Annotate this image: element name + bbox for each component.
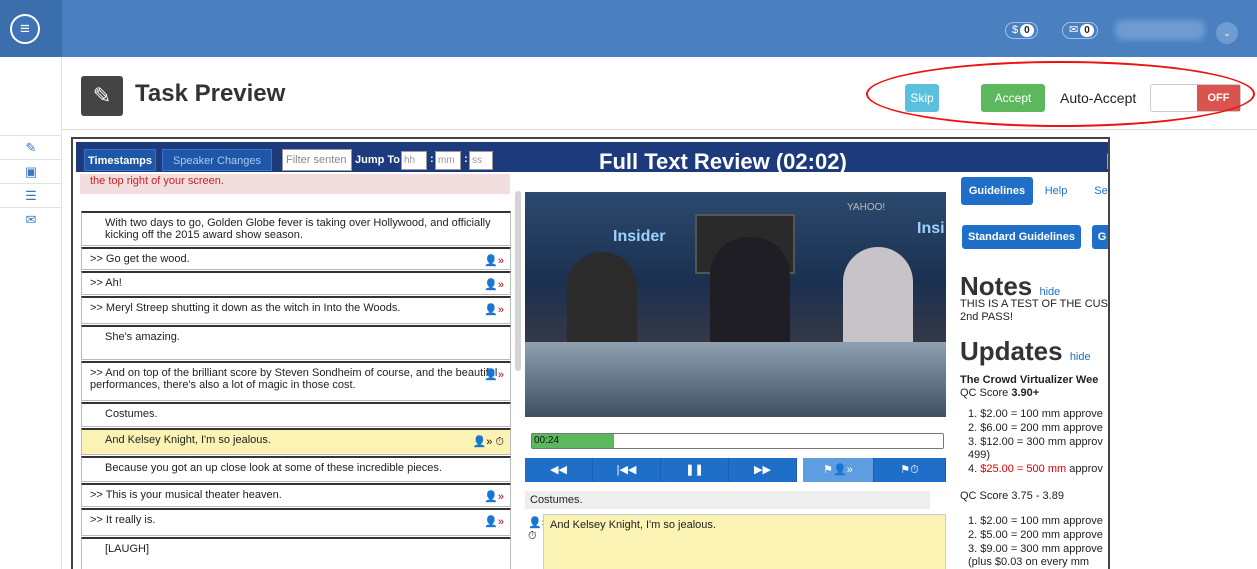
segment-row[interactable]: >> This is your musical theater heaven. 👤…	[81, 483, 511, 507]
qc-score-1: QC Score 3.90+	[960, 387, 1040, 399]
chevron-down-icon[interactable]: ⌄	[1216, 22, 1238, 44]
pencil-icon: ✎	[81, 76, 123, 116]
transcript-editor[interactable]: And Kelsey Knight, I'm so jealous.	[543, 514, 946, 569]
studio-desk	[525, 342, 946, 417]
review-title: Full Text Review (02:02)	[599, 149, 847, 174]
messages-badge[interactable]: ✉ 0	[1062, 22, 1098, 39]
segment-row[interactable]: Because you got an up close look at some…	[81, 456, 511, 482]
filter-input[interactable]: Filter senten	[282, 149, 352, 171]
speaker-icon[interactable]: 👤»	[484, 254, 504, 267]
speaker-clock-icon[interactable]: 👤» ⏱	[473, 435, 504, 449]
updates-hide-link[interactable]: hide	[1070, 351, 1091, 363]
red-annotation-ellipse	[866, 61, 1255, 127]
pause-icon[interactable]: ❚❚	[661, 458, 729, 482]
messages-count: 0	[1080, 24, 1094, 37]
notes-hide-link[interactable]: hide	[1039, 286, 1060, 298]
speaker-changes-button[interactable]: Speaker Changes	[162, 149, 272, 171]
speaker-icon[interactable]: 👤»	[484, 303, 504, 316]
header-divider	[62, 129, 1257, 130]
segment-row[interactable]: >> Ah! 👤»	[81, 271, 511, 295]
list-icon[interactable]: ☰	[0, 183, 62, 207]
list-item: (plus $0.03 on every mm	[968, 556, 1090, 568]
updates-heading: Updates hide	[960, 336, 1091, 366]
notes-line: 2nd PASS!	[960, 311, 1013, 323]
warning-text: the top right of your screen.	[80, 174, 510, 194]
task-frame: Timestamps Speaker Changes Filter senten…	[71, 137, 1110, 569]
notes-line: THIS IS A TEST OF THE CUS	[960, 298, 1108, 310]
jump-to-label: Jump To:	[355, 154, 404, 166]
edit-icon[interactable]: ✎	[0, 135, 62, 159]
hamburger-icon[interactable]: ≡	[10, 14, 40, 44]
list-item: 2. $6.00 = 200 mm approve	[968, 422, 1103, 434]
balance-count: 0	[1020, 24, 1034, 37]
playback-progress[interactable]: 00:24	[531, 433, 944, 449]
segment-row[interactable]: >> It really is. 👤»	[81, 508, 511, 536]
mm-input[interactable]: mm	[435, 151, 461, 170]
balance-badge[interactable]: $0	[1005, 22, 1038, 39]
segment-row[interactable]: >> And on top of the brilliant score by …	[81, 361, 511, 401]
segment-row[interactable]: >> Go get the wood. 👤»	[81, 247, 511, 270]
context-label: Costumes.	[525, 491, 930, 509]
tab-guidelines[interactable]: Guidelines	[961, 177, 1033, 205]
insider-logo: Insider	[613, 228, 666, 245]
playback-time: 00:24	[534, 435, 560, 446]
segment-row[interactable]: She's amazing.	[81, 325, 511, 360]
page-title: Task Preview	[135, 80, 286, 107]
list-item: 499)	[968, 449, 991, 461]
timestamps-button[interactable]: Timestamps	[84, 149, 156, 171]
segment-row[interactable]: >> Meryl Streep shutting it down as the …	[81, 296, 511, 324]
dollar-icon: $	[1012, 24, 1019, 36]
speaker-icon[interactable]: 👤»	[484, 278, 504, 291]
rewind-icon[interactable]: ◀◀	[525, 458, 593, 482]
list-item: 1. $2.00 = 100 mm approve	[968, 408, 1103, 420]
review-toolbar: Timestamps Speaker Changes Filter senten…	[76, 142, 1108, 175]
list-item: 4. $25.00 = 500 mm approv	[968, 463, 1103, 475]
tab-help[interactable]: Help	[1038, 177, 1074, 205]
mail-icon: ✉	[1069, 24, 1079, 36]
list-item: 3. $9.00 = 300 mm approve	[968, 543, 1103, 555]
skip-back-icon[interactable]: |◀◀	[593, 458, 661, 482]
tab-settings[interactable]: Se	[1091, 177, 1108, 205]
mail-icon[interactable]: ✉	[0, 207, 62, 231]
speaker-icon[interactable]: 👤»	[484, 490, 504, 503]
video-player[interactable]: Insider Insi YAHOO!	[525, 192, 946, 417]
sidebar: ✎ ▣ ☰ ✉	[0, 57, 62, 569]
briefcase-icon[interactable]: ▣	[0, 159, 62, 183]
segment-scrollbar[interactable]	[515, 191, 521, 371]
speaker-icon[interactable]: 👤»	[484, 368, 504, 381]
ss-input[interactable]: ss	[469, 151, 493, 170]
list-item: 3. $12.00 = 300 mm approv	[968, 436, 1103, 448]
toolbar-right-glyph: H	[1106, 149, 1108, 175]
segment-row[interactable]: [LAUGH]	[81, 537, 511, 569]
segment-row-active[interactable]: And Kelsey Knight, I'm so jealous. 👤» ⏱	[81, 428, 511, 455]
list-item: 1. $2.00 = 100 mm approve	[968, 515, 1103, 527]
speaker-icon[interactable]: 👤»	[484, 515, 504, 528]
insider-logo-right: Insi	[917, 220, 945, 237]
blurred-username[interactable]	[1115, 20, 1205, 40]
guidelines-extra-button[interactable]: G	[1092, 225, 1108, 249]
hh-input[interactable]: hh	[401, 151, 427, 170]
standard-guidelines-button[interactable]: Standard Guidelines	[962, 225, 1081, 249]
flag-clock-icon[interactable]: ⚑⏱	[874, 458, 946, 482]
yahoo-logo: YAHOO!	[847, 202, 886, 213]
segment-row[interactable]: With two days to go, Golden Globe fever …	[81, 211, 511, 246]
segment-row[interactable]: Costumes.	[81, 402, 511, 427]
qc-score-2: QC Score 3.75 - 3.89	[960, 490, 1064, 502]
flag-speaker-icon[interactable]: ⚑👤»	[803, 458, 874, 482]
list-item: 2. $5.00 = 200 mm approve	[968, 529, 1103, 541]
updates-subtitle: The Crowd Virtualizer Wee	[960, 374, 1099, 386]
fast-forward-icon[interactable]: ▶▶	[729, 458, 797, 482]
